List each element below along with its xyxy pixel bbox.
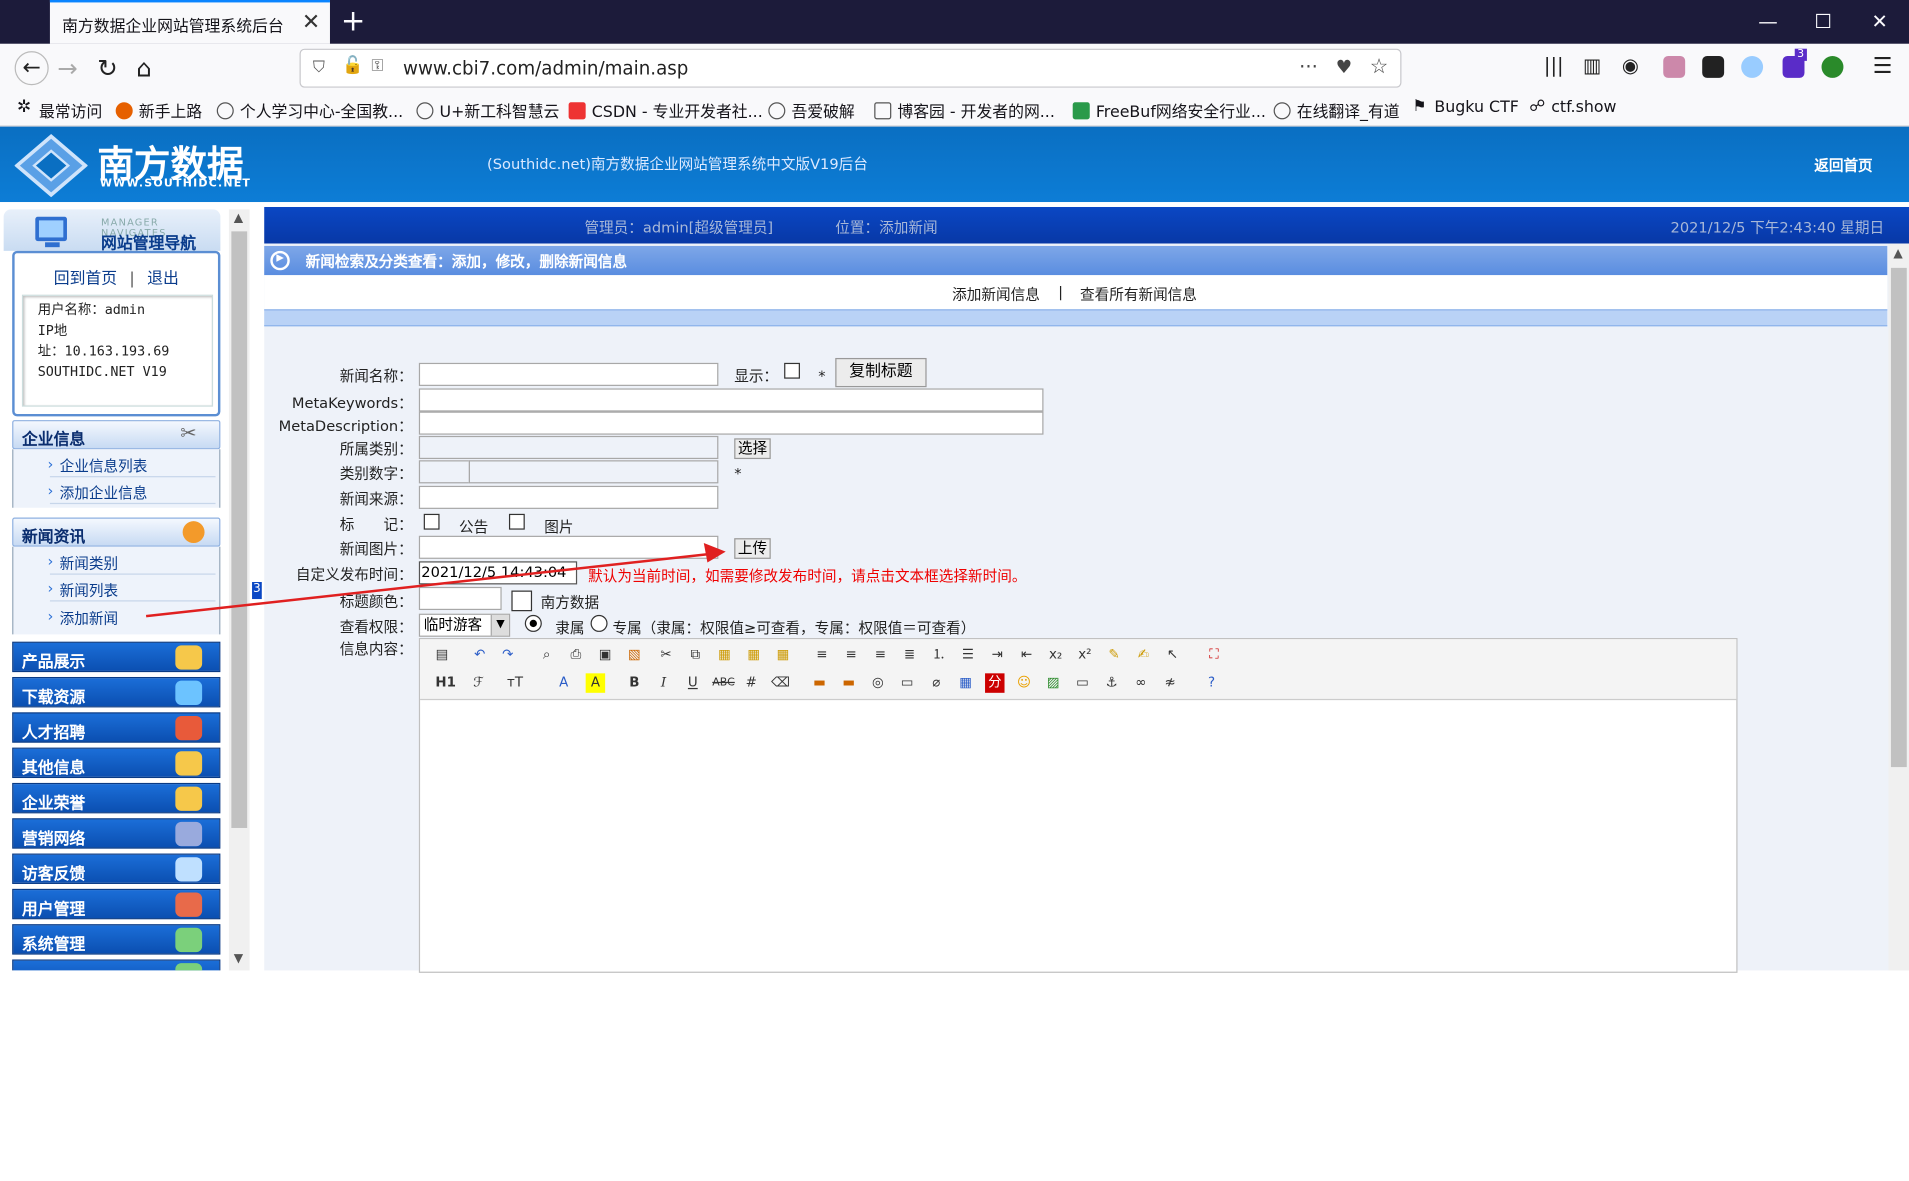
annotation-arrow <box>145 543 726 618</box>
browser-window: 南方数据企业网站管理系统后台 ✕ + — ☐ ✕ ← → ↻ ⌂ ⛉ 🔓 ⚿ w… <box>0 0 1909 1181</box>
